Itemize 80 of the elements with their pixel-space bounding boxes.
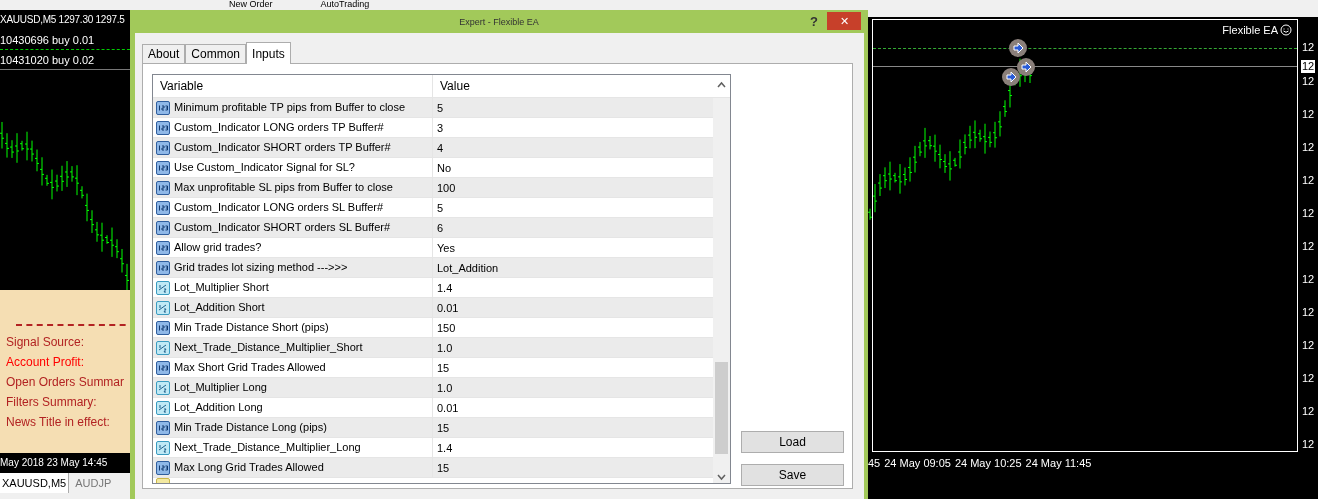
price-label: 12: [1301, 60, 1316, 73]
time-axis-label: 45: [868, 456, 881, 471]
time-axis-label: May 2018 23 May 14:45: [0, 456, 108, 470]
info-label: Signal Source:: [6, 334, 86, 350]
close-button[interactable]: ✕: [827, 12, 861, 30]
chart-symbol: XAUUSD,M5 1297.30 1297.5: [0, 13, 125, 27]
variable-name: Min Trade Distance Long (pips): [174, 420, 327, 436]
variable-name: Max unprofitable SL pips from Buffer to close: [174, 180, 393, 196]
value-cell[interactable]: 6: [433, 217, 714, 238]
value-cell[interactable]: 3: [433, 117, 714, 138]
window-title: Expert - Flexible EA: [459, 16, 539, 29]
value-cell[interactable]: 15: [433, 457, 714, 478]
price-label: 12: [1301, 273, 1316, 286]
dialog-button[interactable]: Load: [741, 431, 844, 453]
chart-tab[interactable]: AUDJP: [69, 473, 114, 493]
variable-name: Max Long Grid Trades Allowed: [174, 460, 324, 476]
variable-name: Lot_Multiplier Long: [174, 380, 267, 396]
price-label: 12: [1301, 174, 1316, 187]
price-label: 12: [1301, 372, 1316, 385]
variable-name: Lot_Addition Short: [174, 300, 265, 316]
price-label: 12: [1301, 108, 1316, 121]
price-label: 12: [1301, 141, 1316, 154]
info-label: News Title in effect:: [6, 414, 111, 430]
value-cell[interactable]: No: [433, 157, 714, 178]
variable-name: Allow grid trades?: [174, 240, 262, 256]
value-cell[interactable]: 4: [433, 137, 714, 158]
dialog-button[interactable]: Save: [741, 464, 844, 486]
time-axis-label: 24 May 11:45: [1025, 456, 1092, 471]
value-cell[interactable]: 5: [433, 197, 714, 218]
chart-tab[interactable]: XAUUSD,M5: [0, 473, 70, 493]
help-button[interactable]: ?: [810, 12, 818, 32]
info-label: Account Profit:: [6, 354, 86, 370]
value-cell[interactable]: 0.01: [433, 397, 714, 418]
variable-name: Custom_Indicator LONG orders TP Buffer#: [174, 120, 384, 136]
value-cell[interactable]: 100: [433, 177, 714, 198]
time-axis-label: 24 May 09:05: [884, 456, 951, 471]
price-label: 12: [1301, 306, 1316, 319]
variable-name: Max Short Grid Trades Allowed: [174, 360, 326, 376]
order-label: 10431020 buy 0.02: [0, 54, 95, 66]
column-header[interactable]: Variable: [153, 75, 433, 97]
variable-name: Custom_Indicator LONG orders SL Buffer#: [174, 200, 384, 216]
info-label: Filters Summary:: [6, 394, 98, 410]
variable-name: Grid trades lot sizing method --->>>: [174, 260, 348, 276]
value-cell[interactable]: 0.01: [433, 297, 714, 318]
toolbar-button[interactable]: AutoTrading: [316, 0, 374, 9]
price-label: 12: [1301, 207, 1316, 220]
time-axis-label: 24 May 10:25: [954, 456, 1022, 471]
price-label: 12: [1301, 41, 1316, 54]
value-cell[interactable]: 15: [433, 357, 714, 378]
toolbar-button[interactable]: New Order: [225, 0, 277, 9]
value-cell[interactable]: Yes: [433, 237, 714, 258]
tab[interactable]: Inputs: [246, 42, 291, 64]
variable-name: Lot_Multiplier Short: [174, 280, 269, 296]
value-cell[interactable]: 5: [433, 97, 714, 118]
variable-name: Use Custom_Indicator Signal for SL?: [174, 160, 355, 176]
variable-name: Custom_Indicator SHORT orders SL Buffer#: [174, 220, 391, 236]
tab[interactable]: About: [142, 44, 186, 63]
variable-name: Minimum profitable TP pips from Buffer to close: [174, 100, 406, 116]
value-cell[interactable]: 150: [433, 317, 714, 338]
info-label: Open Orders Summar: [6, 374, 126, 390]
price-label: 12: [1301, 438, 1316, 451]
price-label: 12: [1301, 75, 1316, 88]
variable-name: Lot_Addition Long: [174, 400, 263, 416]
variable-name: Next_Trade_Distance_Multiplier_Long: [174, 440, 361, 456]
column-header[interactable]: Value: [433, 75, 730, 97]
price-label: 12: [1301, 405, 1316, 418]
variable-name: Custom_Indicator SHORT orders TP Buffer#: [174, 140, 391, 156]
value-cell[interactable]: 1.4: [433, 437, 714, 458]
value-cell[interactable]: 1.4: [433, 277, 714, 298]
tab[interactable]: Common: [185, 44, 247, 63]
value-cell[interactable]: 15: [433, 417, 714, 438]
value-cell[interactable]: Lot_Addition: [433, 257, 714, 278]
order-label: 10430696 buy 0.01: [0, 34, 95, 46]
expert-name: Flexible EA: [1222, 23, 1278, 38]
price-label: 12: [1301, 339, 1316, 352]
variable-name: Min Trade Distance Short (pips): [174, 320, 329, 336]
price-label: 12: [1301, 240, 1316, 253]
variable-name: Next_Trade_Distance_Multiplier_Short: [174, 340, 363, 356]
value-cell[interactable]: 1.0: [433, 377, 714, 398]
value-cell[interactable]: 1.0: [433, 337, 714, 358]
